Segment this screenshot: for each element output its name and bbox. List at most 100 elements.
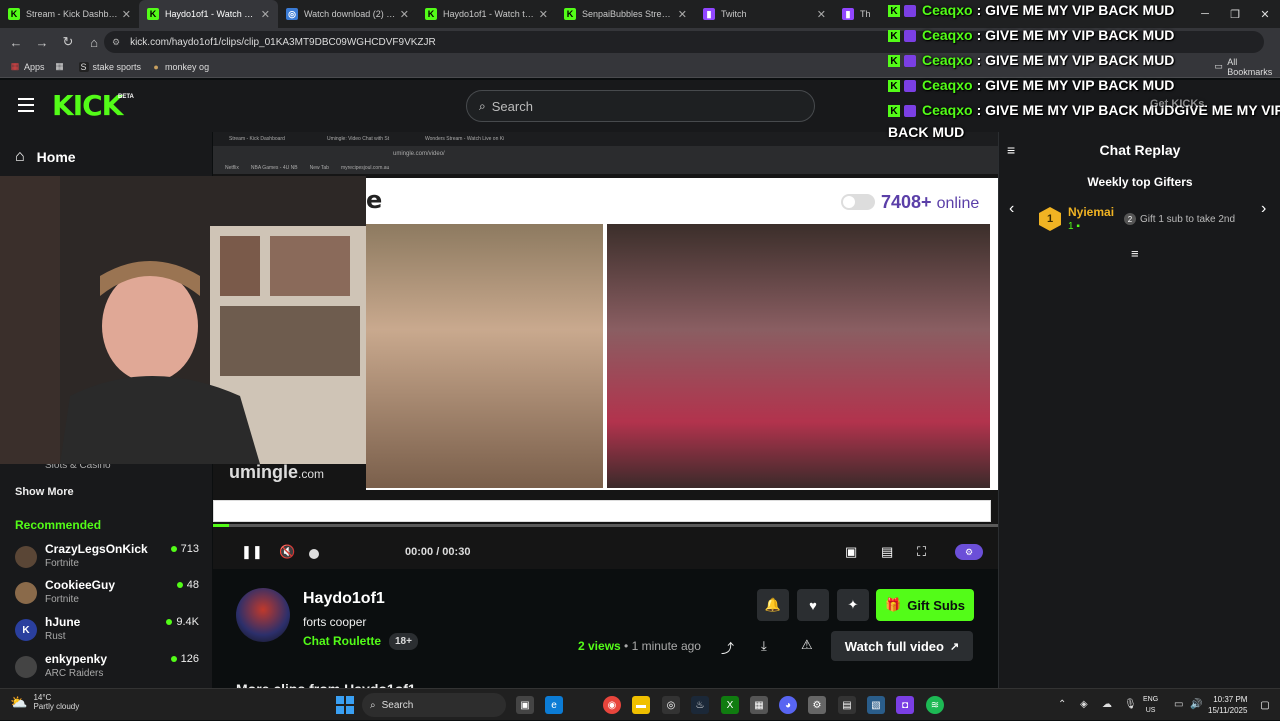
- pause-icon[interactable]: ❚❚: [241, 544, 263, 560]
- app-icon[interactable]: ▧: [867, 696, 885, 714]
- reload-icon[interactable]: ↻: [56, 30, 80, 54]
- volume-icon[interactable]: 🔊: [1190, 699, 1202, 710]
- browser-tab[interactable]: ▮ Twitch ✕: [695, 0, 834, 28]
- spotify-icon[interactable]: ≋: [926, 696, 944, 714]
- settings-gear-icon[interactable]: ⚙: [955, 544, 983, 560]
- overlay-msg: : GIVE ME MY VIP BACK MUD: [976, 52, 1175, 68]
- browser-tab-active[interactable]: K Haydo1of1 - Watch clips ✕: [139, 0, 278, 28]
- back-arrow-icon[interactable]: ←: [4, 30, 28, 54]
- tab-close-icon[interactable]: ✕: [400, 8, 409, 21]
- browser-tab[interactable]: K SenpaiBubbles Stream - V ✕: [556, 0, 695, 28]
- tab-close-icon[interactable]: ✕: [261, 8, 270, 21]
- tab-close-icon[interactable]: ✕: [539, 8, 548, 21]
- forward-arrow-icon[interactable]: →: [30, 30, 54, 54]
- home-icon[interactable]: ⌂: [82, 30, 106, 54]
- steam-icon[interactable]: ♨: [691, 696, 709, 714]
- windows-start-icon[interactable]: [336, 696, 354, 714]
- theater-mode-icon[interactable]: ▤: [881, 544, 893, 560]
- recommended-channel[interactable]: CookieeGuy Fortnite 48: [15, 578, 205, 612]
- captions-icon[interactable]: ▣: [845, 544, 857, 560]
- share-icon[interactable]: ⤴: [721, 638, 734, 657]
- gift-subs-button[interactable]: 🎁 Gift Subs: [876, 589, 974, 621]
- sidebar-item-home[interactable]: ⌂ Home: [15, 148, 76, 166]
- sparkle-icon[interactable]: ✦: [837, 589, 869, 621]
- search-input[interactable]: ⌕ Search: [466, 90, 815, 122]
- inner-bookmark: New Tab: [309, 165, 329, 171]
- tab-close-icon[interactable]: ✕: [678, 8, 687, 21]
- mute-icon[interactable]: 🔇: [279, 544, 295, 560]
- umingle-toggle: [841, 194, 875, 210]
- xbox-icon[interactable]: X: [721, 696, 739, 714]
- discord-icon[interactable]: ◕: [779, 696, 797, 714]
- twitch-favicon-icon: ▮: [703, 8, 715, 20]
- taskbar-search[interactable]: ⌕ Search: [362, 693, 506, 717]
- taskbar-clock[interactable]: 10:37 PM 15/11/2025: [1208, 694, 1247, 716]
- windows-taskbar: ⛅ 14°C Partly cloudy ⌕ Search ▣ e ◉ ▬ ◎ …: [0, 688, 1280, 720]
- volume-slider-handle[interactable]: [309, 549, 319, 559]
- recommended-channel[interactable]: CrazyLegsOnKick Fortnite 713: [15, 542, 205, 576]
- more-clips-heading: More clips from Haydo1of1: [236, 681, 416, 688]
- browser-tab[interactable]: K Stream - Kick Dashboard ✕: [0, 0, 139, 28]
- channel-name: CrazyLegsOnKick: [45, 542, 148, 556]
- filter-icon[interactable]: ≡: [1131, 246, 1139, 261]
- follow-heart-icon[interactable]: ♥: [797, 589, 829, 621]
- kick-favicon-icon: K: [564, 8, 576, 20]
- kick-favicon-icon: K: [425, 8, 437, 20]
- browser-tab[interactable]: K Haydo1of1 - Watch the V ✕: [417, 0, 556, 28]
- weather-widget[interactable]: ⛅ 14°C Partly cloudy: [10, 693, 79, 711]
- second-hint-label: Gift 1 sub to take 2nd: [1140, 213, 1236, 225]
- file-explorer-icon[interactable]: ▬: [632, 696, 650, 714]
- app-icon[interactable]: ▤: [838, 696, 856, 714]
- obs-icon[interactable]: ◎: [662, 696, 680, 714]
- edge-icon[interactable]: e: [545, 696, 563, 714]
- microphone-icon[interactable]: 🎙: [1124, 699, 1137, 710]
- umingle-logo-suffix: .com: [298, 467, 325, 481]
- tray-overflow-icon[interactable]: ⌃: [1058, 699, 1066, 710]
- gifter-name[interactable]: Nyiemai: [1068, 205, 1114, 219]
- cloud-sun-icon: ⛅: [10, 693, 28, 710]
- app-icon[interactable]: ◘: [896, 696, 914, 714]
- viewer-count-value: 9.4K: [176, 616, 199, 628]
- recommended-channel[interactable]: enkypenky ARC Raiders 126: [15, 652, 205, 686]
- display-icon[interactable]: ▭: [1174, 699, 1183, 710]
- bookmark-grid[interactable]: ▦: [55, 61, 69, 72]
- task-view-icon[interactable]: ▣: [516, 696, 534, 714]
- avatar: K: [15, 619, 37, 641]
- bookmark-apps[interactable]: ▦ Apps: [10, 61, 45, 72]
- language-indicator[interactable]: ENG US: [1143, 694, 1158, 716]
- chevron-right-icon[interactable]: ›: [1261, 200, 1266, 218]
- video-cam-self: [607, 224, 990, 488]
- bookmark-monkey-og[interactable]: ● monkey og: [151, 62, 209, 72]
- site-info-icon[interactable]: ⚙: [112, 37, 120, 48]
- video-progress-bar[interactable]: [213, 524, 998, 527]
- bookmark-label: Apps: [24, 61, 45, 72]
- chevron-left-icon[interactable]: ‹: [1009, 200, 1014, 218]
- fullscreen-icon[interactable]: ⛶: [917, 544, 926, 560]
- chrome-icon[interactable]: ◉: [603, 696, 621, 714]
- notifications-icon[interactable]: ▢: [1256, 696, 1274, 714]
- channel-avatar[interactable]: [236, 588, 290, 642]
- show-more-button[interactable]: Show More: [15, 486, 74, 498]
- watch-full-video-button[interactable]: Watch full video ↗: [831, 631, 973, 661]
- category-link[interactable]: Chat Roulette: [303, 634, 381, 648]
- viewer-count: 713: [170, 543, 199, 555]
- settings-icon[interactable]: ⚙: [808, 696, 826, 714]
- app-icon[interactable]: ▦: [750, 696, 768, 714]
- report-warning-icon[interactable]: ⚠: [801, 637, 813, 653]
- kick-favicon-icon: K: [8, 8, 20, 20]
- recommended-channel[interactable]: K hJune Rust 9.4K: [15, 615, 205, 649]
- taskbar-search-label: Search: [381, 699, 414, 711]
- tab-close-icon[interactable]: ✕: [817, 8, 826, 21]
- kick-logo[interactable]: KICK: [52, 92, 123, 120]
- inner-tab: Umingle: Video Chat with St: [327, 136, 390, 142]
- channel-name[interactable]: Haydo1of1: [303, 590, 385, 608]
- tray-app-icon[interactable]: ◈: [1080, 699, 1088, 710]
- bookmark-stake-sports[interactable]: S stake sports: [78, 61, 141, 72]
- browser-tab[interactable]: ◎ Watch download (2) | Stre ✕: [278, 0, 417, 28]
- menu-hamburger-icon[interactable]: [18, 98, 34, 112]
- notifications-bell-icon[interactable]: 🔔: [757, 589, 789, 621]
- download-icon[interactable]: ⤓: [761, 638, 767, 654]
- tab-close-icon[interactable]: ✕: [122, 8, 131, 21]
- browser-tab[interactable]: ▮ Th: [834, 0, 894, 28]
- onedrive-icon[interactable]: ☁: [1102, 699, 1112, 710]
